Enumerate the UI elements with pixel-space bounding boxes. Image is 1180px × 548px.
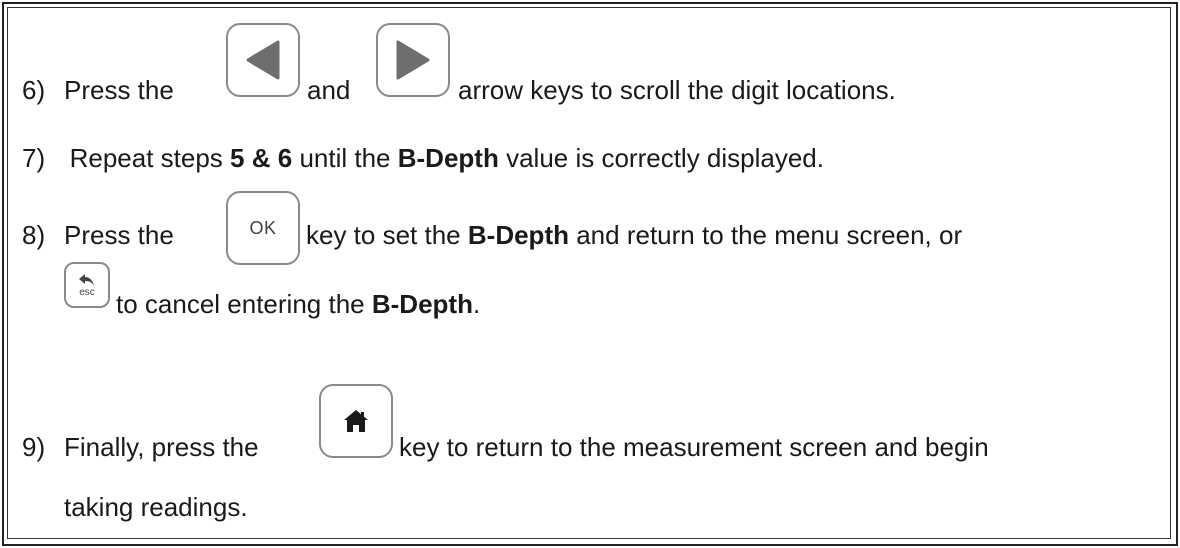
step-text: value is correctly displayed. — [506, 143, 824, 173]
step-number: 6) — [22, 75, 46, 105]
step-text: Finally, press the — [64, 432, 259, 462]
home-key — [319, 384, 393, 458]
back-arrow-icon — [79, 273, 94, 286]
step-text: until the — [299, 143, 391, 173]
esc-key: esc — [64, 262, 110, 308]
ok-key: OK — [226, 191, 300, 265]
step-8-line-2: to cancel entering the B-Depth. — [116, 289, 480, 319]
step-text: and — [307, 75, 351, 105]
left-arrow-key — [226, 23, 300, 97]
right-arrow-key — [376, 23, 450, 97]
step-bold: B-Depth — [371, 289, 473, 319]
ok-label: OK — [249, 217, 277, 238]
step-text: key to set the — [306, 220, 461, 250]
step-number: 9) — [22, 432, 46, 462]
step-8-line-1: key to set the B-Depth and return to the… — [306, 220, 962, 250]
step-text: to cancel entering the — [116, 289, 365, 319]
step-text: Press the — [64, 75, 174, 105]
step-text: key to return to the measurement screen … — [399, 432, 989, 462]
step-bold: 5 & 6 — [230, 143, 293, 173]
step-text: Press the — [64, 220, 174, 250]
right-arrow-icon — [396, 40, 430, 80]
step-7: 7) Repeat steps 5 & 6 until the B-Depth … — [22, 143, 824, 173]
step-text: arrow keys to scroll the digit locations… — [458, 75, 896, 105]
step-bold: B-Depth — [397, 143, 499, 173]
step-text: . — [472, 289, 481, 319]
step-number: 8) — [22, 220, 46, 250]
left-arrow-icon — [246, 40, 280, 80]
step-text: and return to the menu screen, or — [576, 220, 963, 250]
home-icon — [344, 410, 368, 432]
step-number: 7) — [22, 143, 46, 173]
step-text: taking readings. — [64, 492, 248, 522]
esc-label: esc — [79, 286, 95, 298]
step-text: Repeat steps — [69, 143, 223, 173]
step-bold: B-Depth — [467, 220, 569, 250]
